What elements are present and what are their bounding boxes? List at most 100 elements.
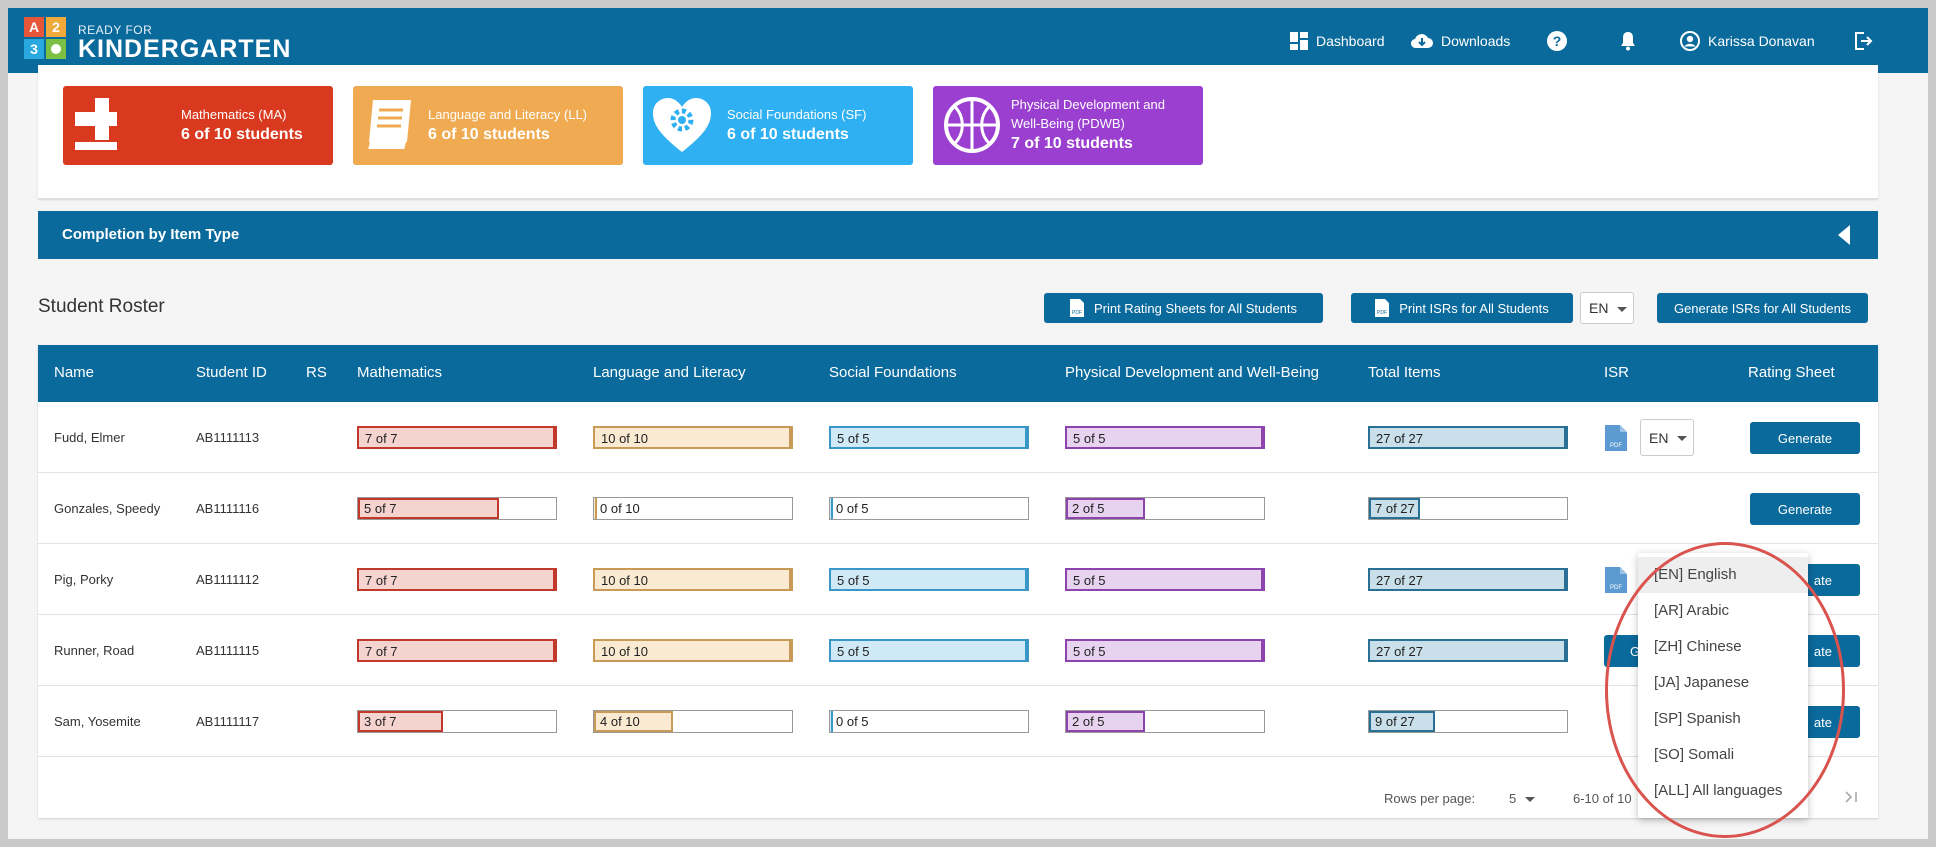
col-isr[interactable]: ISR bbox=[1604, 364, 1629, 381]
col-student-id[interactable]: Student ID bbox=[196, 364, 267, 381]
progress-fill bbox=[830, 711, 833, 732]
rows-per-page-value: 5 bbox=[1509, 791, 1517, 806]
cloud-download-icon bbox=[1411, 33, 1433, 48]
chevron-down-icon bbox=[1617, 307, 1627, 312]
table-row: Fudd, Elmer AB1111113 7 of 7 10 of 10 5 of 5… bbox=[38, 402, 1878, 473]
table-row: Runner, Road AB1111115 7 of 7 10 of 10 5 of … bbox=[38, 615, 1878, 686]
rows-per-page-select[interactable]: 5 bbox=[1509, 791, 1535, 806]
progress-label: 4 of 10 bbox=[600, 714, 640, 729]
logo-block: 3 bbox=[24, 39, 44, 59]
row-language-select[interactable]: EN bbox=[1640, 419, 1694, 456]
progress-label: 27 of 27 bbox=[1376, 644, 1423, 659]
completion-label: Completion by Item Type bbox=[62, 226, 240, 243]
col-physical-development[interactable]: Physical Development and Well-Being bbox=[1065, 364, 1319, 381]
last-page-button[interactable] bbox=[1844, 791, 1858, 806]
col-mathematics[interactable]: Mathematics bbox=[357, 364, 442, 381]
table-header: Name Student ID RS Mathematics Language … bbox=[38, 345, 1878, 402]
isr-pdf-icon[interactable]: PDF bbox=[1604, 424, 1628, 452]
progress-label: 2 of 5 bbox=[1072, 714, 1105, 729]
pdf-icon: PDF bbox=[1375, 299, 1390, 317]
chevron-down-icon bbox=[1525, 797, 1535, 802]
student-name: Sam, Yosemite bbox=[54, 714, 141, 729]
print-rating-sheets-button[interactable]: PDF Print Rating Sheets for All Students bbox=[1044, 293, 1323, 323]
progress-social-foundations: 5 of 5 bbox=[829, 426, 1029, 449]
progress-label: 3 of 7 bbox=[364, 714, 397, 729]
student-name: Runner, Road bbox=[54, 643, 135, 658]
nav-downloads[interactable]: Downloads bbox=[1411, 8, 1510, 73]
col-name[interactable]: Name bbox=[54, 364, 94, 381]
nav-dashboard-label: Dashboard bbox=[1316, 32, 1385, 49]
student-id: AB1111116 bbox=[196, 501, 260, 516]
table-row: Sam, Yosemite AB1111117 3 of 7 4 of 10 0 of … bbox=[38, 686, 1878, 757]
col-rating-sheet[interactable]: Rating Sheet bbox=[1748, 364, 1835, 381]
svg-text:PDF: PDF bbox=[1610, 585, 1622, 591]
progress-social-foundations: 5 of 5 bbox=[829, 568, 1029, 591]
basketball-icon bbox=[944, 97, 1000, 153]
book-icon bbox=[365, 100, 411, 151]
progress-label: 10 of 10 bbox=[601, 431, 648, 446]
collapse-arrow-icon[interactable] bbox=[1838, 225, 1850, 245]
svg-text:PDF: PDF bbox=[1377, 310, 1387, 316]
card-physical-development[interactable]: Physical Development and Well-Being (PDW… bbox=[933, 86, 1203, 165]
col-language-literacy[interactable]: Language and Literacy bbox=[593, 364, 746, 381]
logout-button[interactable] bbox=[1853, 8, 1881, 73]
progress-label: 27 of 27 bbox=[1376, 573, 1423, 588]
pagination-range: 6-10 of 10 bbox=[1573, 791, 1632, 806]
user-avatar-icon bbox=[1680, 30, 1700, 51]
nav-downloads-label: Downloads bbox=[1441, 32, 1511, 49]
svg-text:PDF: PDF bbox=[1610, 443, 1622, 449]
help-button[interactable]: ? bbox=[1547, 8, 1575, 73]
progress-label: 0 of 5 bbox=[836, 714, 869, 729]
generate-rating-sheet-button[interactable]: Generate bbox=[1750, 422, 1860, 454]
student-name: Gonzales, Speedy bbox=[54, 501, 161, 516]
card-count: 7 of 10 students bbox=[1011, 135, 1133, 152]
progress-label: 9 of 27 bbox=[1375, 714, 1415, 729]
nav-dashboard[interactable]: Dashboard bbox=[1290, 8, 1385, 73]
progress-total-items: 7 of 27 bbox=[1368, 497, 1568, 520]
generate-rating-sheet-button[interactable]: Generate bbox=[1750, 493, 1860, 525]
logout-icon bbox=[1855, 31, 1873, 50]
logo-title: KINDERGARTEN bbox=[78, 35, 292, 63]
progress-social-foundations: 5 of 5 bbox=[829, 639, 1029, 662]
student-id: AB1111117 bbox=[196, 714, 260, 729]
progress-physical-development: 5 of 5 bbox=[1065, 639, 1265, 662]
user-name: Karissa Donavan bbox=[1708, 32, 1815, 49]
logo-block bbox=[46, 39, 66, 59]
student-name: Fudd, Elmer bbox=[54, 430, 125, 445]
student-id: AB1111112 bbox=[196, 572, 260, 587]
rows-per-page-label: Rows per page: bbox=[1384, 791, 1476, 806]
notifications-button[interactable] bbox=[1619, 8, 1645, 73]
progress-fill bbox=[830, 498, 833, 519]
progress-label: 7 of 27 bbox=[1375, 501, 1415, 516]
progress-language-literacy: 10 of 10 bbox=[593, 426, 793, 449]
isr-pdf-icon[interactable]: PDF bbox=[1604, 566, 1628, 594]
roster-title: Student Roster bbox=[38, 296, 165, 317]
progress-label: 5 of 7 bbox=[364, 501, 397, 516]
progress-physical-development: 5 of 5 bbox=[1065, 568, 1265, 591]
col-social-foundations[interactable]: Social Foundations bbox=[829, 364, 957, 381]
card-title: Mathematics (MA) bbox=[181, 107, 287, 122]
isr-language-select[interactable]: EN bbox=[1580, 292, 1634, 324]
col-rs[interactable]: RS bbox=[306, 364, 327, 381]
col-total-items[interactable]: Total Items bbox=[1368, 364, 1441, 381]
progress-physical-development: 2 of 5 bbox=[1065, 497, 1265, 520]
progress-total-items: 9 of 27 bbox=[1368, 710, 1568, 733]
card-mathematics[interactable]: Mathematics (MA) 6 of 10 students bbox=[63, 86, 333, 165]
card-social-foundations[interactable]: Social Foundations (SF) 6 of 10 students bbox=[643, 86, 913, 165]
card-title-line2: Well-Being (PDWB) bbox=[1011, 116, 1125, 131]
progress-physical-development: 2 of 5 bbox=[1065, 710, 1265, 733]
card-language-literacy[interactable]: Language and Literacy (LL) 6 of 10 stude… bbox=[353, 86, 623, 165]
generate-isrs-button[interactable]: Generate ISRs for All Students bbox=[1657, 293, 1868, 323]
completion-by-item-type-header[interactable]: Completion by Item Type bbox=[38, 211, 1878, 259]
print-isrs-button[interactable]: PDF Print ISRs for All Students bbox=[1351, 293, 1573, 323]
generate-label: ate bbox=[1813, 572, 1832, 588]
progress-total-items: 27 of 27 bbox=[1368, 426, 1568, 449]
dashboard-icon bbox=[1290, 31, 1308, 50]
row-language-value: EN bbox=[1649, 429, 1669, 446]
user-menu[interactable]: Karissa Donavan bbox=[1680, 8, 1815, 73]
generate-isrs-label: Generate ISRs for All Students bbox=[1673, 300, 1852, 316]
progress-label: 27 of 27 bbox=[1376, 431, 1423, 446]
progress-mathematics: 7 of 7 bbox=[357, 639, 557, 662]
generate-label: Generate bbox=[1777, 430, 1833, 446]
progress-language-literacy: 10 of 10 bbox=[593, 568, 793, 591]
